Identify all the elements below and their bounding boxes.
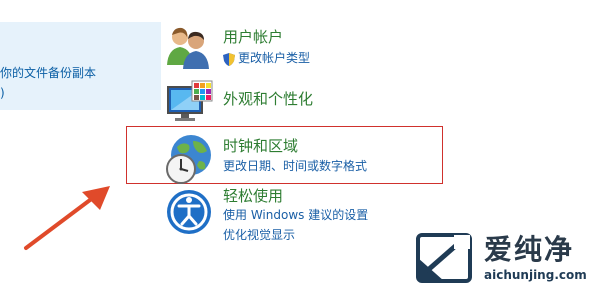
watermark-domain: aichunjing.com	[484, 268, 587, 282]
ease-of-access-icon	[165, 188, 213, 240]
left-panel-link[interactable]: 你的文件备份副本	[0, 66, 96, 80]
left-category-panel[interactable]: 你的文件备份副本 )	[0, 22, 161, 110]
link-change-date-time-format[interactable]: 更改日期、时间或数字格式	[223, 159, 367, 174]
clock-globe-icon	[163, 133, 215, 189]
category-title-clock-region[interactable]: 时钟和区域	[223, 137, 298, 155]
watermark-logo-icon	[416, 233, 472, 283]
link-use-recommended-settings[interactable]: 使用 Windows 建议的设置	[223, 208, 368, 223]
link-change-account-type[interactable]: 更改帐户类型	[238, 51, 310, 66]
watermark-logo: 爱纯净 aichunjing.com	[414, 232, 604, 286]
category-title-user-accounts[interactable]: 用户帐户	[223, 28, 283, 46]
category-title-appearance[interactable]: 外观和个性化	[223, 90, 313, 108]
monitor-palette-icon	[166, 79, 214, 129]
shield-icon	[223, 51, 235, 70]
red-arrow-icon	[20, 182, 114, 256]
watermark-title: 爱纯净	[484, 233, 575, 266]
link-optimize-visual-display[interactable]: 优化视觉显示	[223, 228, 295, 243]
category-title-ease-of-access[interactable]: 轻松使用	[223, 187, 283, 205]
users-icon	[166, 25, 212, 73]
left-panel-text: )	[0, 86, 5, 100]
